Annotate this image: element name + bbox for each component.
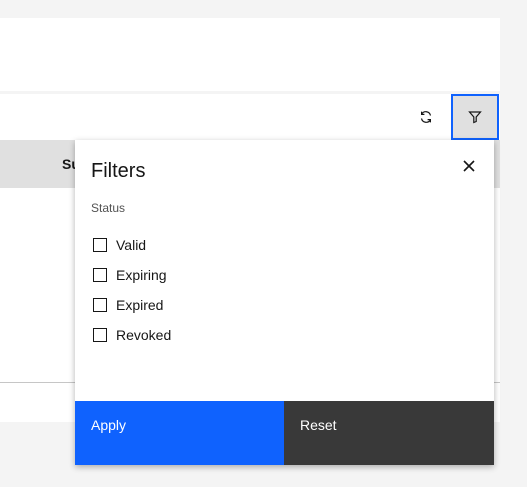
table-toolbar <box>0 94 500 140</box>
checkbox-expiring[interactable]: Expiring <box>93 260 171 290</box>
refresh-icon <box>420 111 432 123</box>
checkbox-label[interactable]: Expired <box>116 297 163 313</box>
checkbox-label[interactable]: Revoked <box>116 327 171 343</box>
checkbox-box[interactable] <box>93 238 107 252</box>
filters-panel: Filters Status Valid Expiring Expired Re… <box>75 140 494 465</box>
checkbox-box[interactable] <box>93 268 107 282</box>
filter-button[interactable] <box>451 94 499 140</box>
status-section-label: Status <box>91 201 126 215</box>
checkbox-box[interactable] <box>93 298 107 312</box>
refresh-button[interactable] <box>402 94 450 140</box>
checkbox-label[interactable]: Expiring <box>116 267 167 283</box>
reset-button[interactable]: Reset <box>284 401 494 465</box>
close-icon <box>463 160 475 172</box>
column-header[interactable]: Su <box>62 140 75 188</box>
close-button[interactable] <box>453 150 485 182</box>
checkbox-box[interactable] <box>93 328 107 342</box>
status-checkbox-list: Valid Expiring Expired Revoked <box>93 230 171 350</box>
checkbox-expired[interactable]: Expired <box>93 290 171 320</box>
filter-icon <box>468 111 482 124</box>
checkbox-revoked[interactable]: Revoked <box>93 320 171 350</box>
checkbox-label[interactable]: Valid <box>116 237 146 253</box>
content-card <box>0 18 500 91</box>
checkbox-valid[interactable]: Valid <box>93 230 171 260</box>
apply-button[interactable]: Apply <box>75 401 284 465</box>
filters-title: Filters <box>91 160 146 182</box>
